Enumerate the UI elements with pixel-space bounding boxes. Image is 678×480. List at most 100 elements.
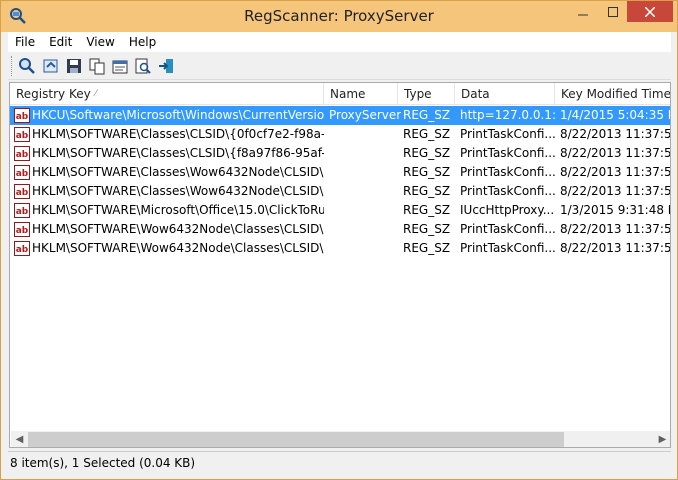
string-value-icon: ab	[14, 184, 30, 199]
column-header-data[interactable]: Data	[455, 83, 555, 105]
column-header-name[interactable]: Name	[324, 83, 398, 105]
close-button[interactable]	[627, 1, 673, 22]
maximize-button[interactable]	[599, 1, 626, 22]
modified-time-cell: 8/22/2013 11:37:51 ...	[560, 165, 670, 179]
menu-bar: File Edit View Help	[8, 32, 671, 52]
type-cell: REG_SZ	[403, 184, 451, 198]
column-label: Registry Key	[16, 87, 91, 101]
data-cell: PrintTaskConfi...	[460, 241, 556, 255]
name-cell	[329, 220, 401, 239]
name-cell	[329, 182, 401, 201]
registry-key-cell: HKLM\SOFTWARE\Classes\Wow6432Node\CLSID\…	[32, 184, 324, 198]
exit-button[interactable]	[155, 55, 177, 77]
find-icon	[135, 58, 151, 74]
table-row[interactable]: ab HKLM\SOFTWARE\Classes\Wow6432Node\CLSI…	[10, 182, 670, 201]
copy-button[interactable]	[86, 55, 108, 77]
save-icon	[67, 59, 81, 73]
registry-key-cell: HKCU\Software\Microsoft\Windows\CurrentV…	[32, 108, 324, 122]
modified-time-cell: 8/22/2013 11:37:51 ...	[560, 222, 670, 236]
svg-text:ab: ab	[16, 150, 29, 160]
registry-key-cell: HKLM\SOFTWARE\Classes\CLSID\{f8a97f86-95…	[32, 146, 324, 160]
svg-text:ab: ab	[16, 169, 29, 179]
data-cell: PrintTaskConfi...	[460, 184, 556, 198]
string-value-icon: ab	[14, 127, 30, 142]
column-header-registry-key[interactable]: Registry Key ⁄	[10, 83, 324, 105]
data-cell: PrintTaskConfi...	[460, 165, 556, 179]
horizontal-scrollbar[interactable]: ◀ ▶	[11, 431, 670, 447]
modified-time-cell: 8/22/2013 11:37:50 ...	[560, 127, 670, 141]
name-cell: ProxyServer	[329, 108, 401, 122]
column-header-type[interactable]: Type	[398, 83, 455, 105]
scrollbar-thumb[interactable]	[28, 432, 564, 447]
registry-key-cell: HKLM\SOFTWARE\Classes\Wow6432Node\CLSID\…	[32, 165, 324, 179]
registry-key-cell: HKLM\SOFTWARE\Wow6432Node\Classes\CLSID\…	[32, 241, 324, 255]
table-row[interactable]: ab HKLM\SOFTWARE\Microsoft\Office\15.0\Cl…	[10, 201, 670, 220]
table-row[interactable]: ab HKCU\Software\Microsoft\Windows\Curren…	[10, 106, 670, 125]
menu-edit[interactable]: Edit	[42, 35, 79, 49]
type-cell: REG_SZ	[403, 127, 451, 141]
svg-text:ab: ab	[16, 245, 29, 255]
new-scan-button[interactable]	[16, 55, 38, 77]
registry-key-cell: HKLM\SOFTWARE\Microsoft\Office\15.0\Clic…	[32, 203, 324, 217]
find-button[interactable]	[132, 55, 154, 77]
name-cell	[329, 239, 401, 258]
name-cell	[329, 125, 401, 144]
string-value-icon: ab	[14, 222, 30, 237]
close-icon	[645, 6, 655, 17]
properties-button[interactable]	[109, 55, 131, 77]
type-cell: REG_SZ	[403, 203, 451, 217]
data-cell: IUccHttpProxy...	[460, 203, 555, 217]
name-cell	[329, 201, 401, 220]
new-scan-icon	[19, 58, 35, 74]
menu-view[interactable]: View	[79, 35, 121, 49]
refresh-button[interactable]	[40, 55, 62, 77]
svg-text:ab: ab	[16, 112, 29, 122]
data-cell: http=127.0.0.1:...	[460, 108, 556, 122]
data-cell: PrintTaskConfi...	[460, 146, 556, 160]
string-value-icon: ab	[14, 108, 30, 123]
registry-key-cell: HKLM\SOFTWARE\Classes\CLSID\{0f0cf7e2-f9…	[32, 127, 324, 141]
string-value-icon: ab	[14, 165, 30, 180]
scroll-right-arrow-icon[interactable]: ▶	[654, 431, 670, 447]
modified-time-cell: 8/22/2013 11:37:51 ...	[560, 184, 670, 198]
minimize-button[interactable]	[569, 1, 596, 22]
modified-time-cell: 1/3/2015 9:31:48 PM	[560, 203, 670, 217]
svg-text:ab: ab	[16, 226, 29, 236]
column-header-key-modified-time[interactable]: Key Modified Time	[555, 83, 670, 105]
modified-time-cell: 8/22/2013 11:37:50 ...	[560, 146, 670, 160]
svg-text:ab: ab	[16, 207, 29, 217]
toolbar	[8, 52, 671, 80]
table-row[interactable]: ab HKLM\SOFTWARE\Classes\Wow6432Node\CLSI…	[10, 163, 670, 182]
table-row[interactable]: ab HKLM\SOFTWARE\Classes\CLSID\{0f0cf7e2-…	[10, 125, 670, 144]
sort-ascending-icon: ⁄	[95, 89, 97, 99]
scroll-left-arrow-icon[interactable]: ◀	[11, 431, 28, 447]
properties-icon	[112, 60, 128, 74]
maximize-icon	[607, 6, 618, 17]
registry-key-cell: HKLM\SOFTWARE\Wow6432Node\Classes\CLSID\…	[32, 222, 324, 236]
string-value-icon: ab	[14, 203, 30, 218]
svg-text:ab: ab	[16, 131, 29, 141]
copy-icon	[89, 58, 105, 75]
list-header: Registry Key ⁄ Name Type Data Key Modifi…	[10, 83, 670, 105]
app-window: RegScanner: ProxyServer File Edit View H…	[0, 0, 678, 480]
string-value-icon: ab	[14, 241, 30, 256]
table-row[interactable]: ab HKLM\SOFTWARE\Wow6432Node\Classes\CLSI…	[10, 239, 670, 258]
modified-time-cell: 8/22/2013 11:37:51 ...	[560, 241, 670, 255]
name-cell	[329, 144, 401, 163]
data-cell: PrintTaskConfi...	[460, 127, 556, 141]
minimize-icon	[577, 14, 588, 15]
data-cell: PrintTaskConfi...	[460, 222, 556, 236]
refresh-icon	[43, 59, 58, 73]
table-row[interactable]: ab HKLM\SOFTWARE\Wow6432Node\Classes\CLSI…	[10, 220, 670, 239]
menu-file[interactable]: File	[8, 35, 42, 49]
toolbar-grip[interactable]	[11, 56, 13, 76]
svg-text:ab: ab	[16, 188, 29, 198]
type-cell: REG_SZ	[403, 108, 451, 122]
title-bar[interactable]: RegScanner: ProxyServer	[1, 1, 677, 32]
save-button[interactable]	[63, 55, 85, 77]
menu-help[interactable]: Help	[122, 35, 163, 49]
modified-time-cell: 1/4/2015 5:04:35 PM	[560, 108, 670, 122]
table-row[interactable]: ab HKLM\SOFTWARE\Classes\CLSID\{f8a97f86-…	[10, 144, 670, 163]
name-cell	[329, 163, 401, 182]
results-list[interactable]: Registry Key ⁄ Name Type Data Key Modifi…	[9, 82, 671, 448]
